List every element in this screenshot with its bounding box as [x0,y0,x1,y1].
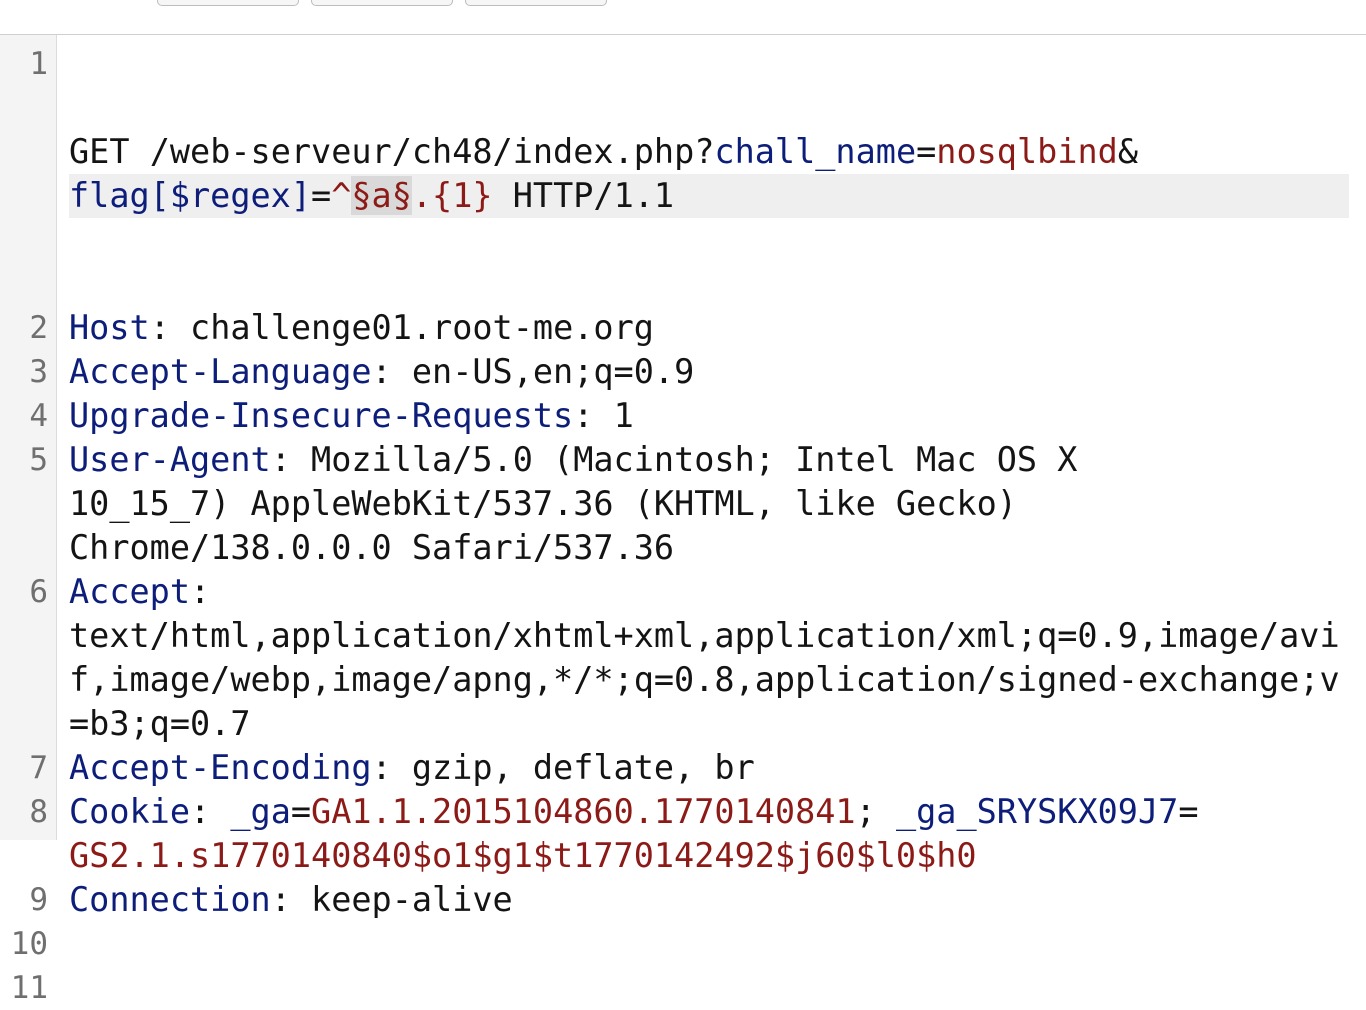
header-separator: : [573,396,614,435]
header-line-user-agent[interactable]: 5 User-Agent: Mozilla/5.0 (Macintosh; In… [0,438,1366,570]
header-line-accept-language[interactable]: 3 Accept-Language: en-US,en;q=0.9 [0,350,1366,394]
param-value: ^ [331,176,352,215]
http-version: HTTP/1.1 [492,176,675,215]
header-name: Upgrade-Insecure-Requests [69,396,574,435]
cookie-value: GS2.1.s1770140840$o1$g1$t1770142492$j60$… [69,836,977,875]
line-number: 10 [10,926,48,962]
header-name: User-Agent [69,440,271,479]
header-name: Accept-Language [69,352,372,391]
param-value: .{1} [411,176,493,215]
param-name: chall_name [714,132,917,171]
cookie-equals: = [1178,792,1199,831]
line-number: 5 [29,442,48,478]
header-line-connection[interactable]: 9 Connection: keep-alive [0,878,1366,922]
header-name: Accept [69,572,191,611]
header-line-accept-encoding[interactable]: 7 Accept-Encoding: gzip, deflate, br [0,746,1366,790]
http-method: GET [69,132,150,171]
line-number: 8 [29,794,48,830]
line-number: 9 [29,882,48,918]
cookie-name: _ga [230,792,291,831]
header-separator: : [371,748,412,787]
header-line-host[interactable]: 2 Host: challenge01.root-me.org [0,306,1366,350]
header-separator: : [270,440,312,479]
toolbar-button-1[interactable] [157,0,299,6]
param-equals: = [311,176,332,215]
line-number: 7 [29,750,48,786]
empty-line[interactable]: 10 [0,922,1366,966]
param-equals: = [916,132,937,171]
toolbar-button-2[interactable] [311,0,453,6]
line-number: 2 [29,310,48,346]
cookie-separator: ; [855,792,896,831]
header-value: gzip, deflate, br [411,748,755,787]
param-name: flag[$regex] [69,176,312,215]
header-separator: : [149,308,191,347]
header-line-cookie[interactable]: 8 Cookie: _ga=GA1.1.2015104860.177014084… [0,790,1366,878]
header-name: Cookie [69,792,191,831]
editor-toolbar [0,0,1366,35]
header-separator: : [190,792,231,831]
header-line-upgrade-insecure-requests[interactable]: 4 Upgrade-Insecure-Requests: 1 [0,394,1366,438]
cookie-value: GA1.1.2015104860.1770140841 [311,792,856,831]
payload-position-marker[interactable]: §a§ [351,176,412,215]
header-name: Connection [69,880,271,919]
line-number: 1 [29,46,48,82]
header-separator: : [371,352,412,391]
header-name: Accept-Encoding [69,748,372,787]
header-separator: : [190,572,211,611]
line-number: 6 [29,574,48,610]
cookie-name: _ga_SRYSKX09J7 [895,792,1179,831]
header-value: en-US,en;q=0.9 [411,352,695,391]
header-value: text/html,application/xhtml+xml,applicat… [69,616,1340,743]
header-value: 1 [613,396,634,435]
param-value: nosqlbind [936,132,1118,171]
header-value: keep-alive [311,880,513,919]
highlighted-row: flag[$regex]=^§a§.{1} HTTP/1.1 [69,174,1349,218]
header-name: Host [69,308,150,347]
line-number: 11 [10,970,48,1006]
line-number: 3 [29,354,48,390]
toolbar-button-3[interactable] [465,0,607,6]
empty-line[interactable]: 11 [0,966,1366,1010]
header-separator: : [270,880,312,919]
header-value: challenge01.root-me.org [190,308,654,347]
raw-request-editor[interactable]: 1 GET /web-serveur/ch48/index.php?chall_… [0,42,1366,1010]
header-line-accept[interactable]: 6 Accept: text/html,application/xhtml+xml… [0,570,1366,746]
request-path: /web-serveur/ch48/index.php? [149,132,715,171]
request-line[interactable]: 1 GET /web-serveur/ch48/index.php?chall_… [0,42,1366,306]
cookie-equals: = [290,792,312,831]
line-number: 4 [29,398,48,434]
param-separator: & [1117,132,1138,171]
